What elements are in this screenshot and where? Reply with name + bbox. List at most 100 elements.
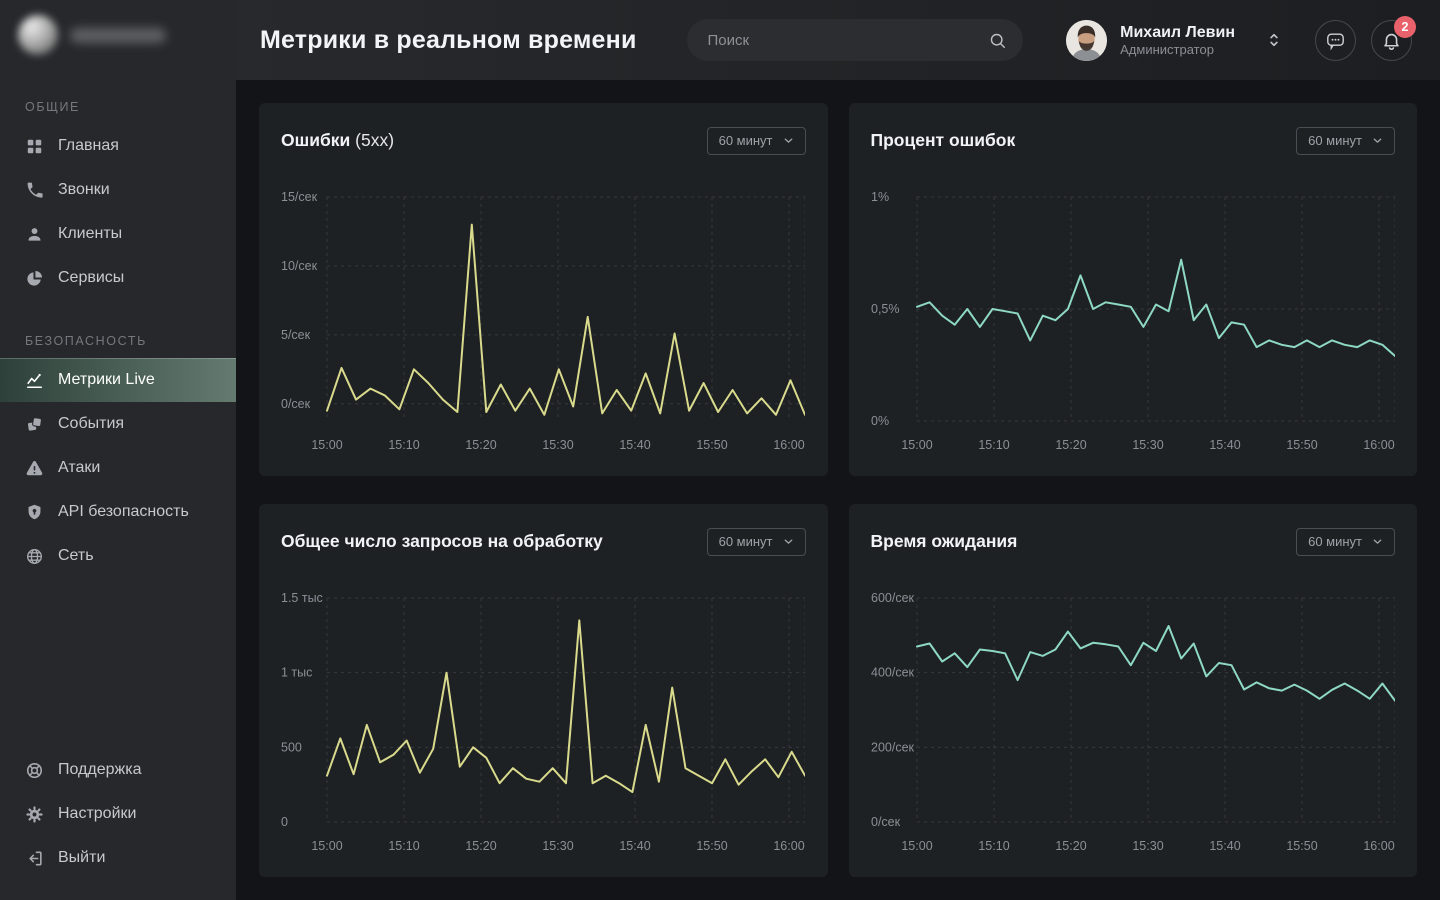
svg-text:15:20: 15:20 — [1055, 438, 1086, 452]
chart-panel-error-rate: Процент ошибок 60 минут 1%0,5%0%15:0015:… — [849, 103, 1418, 476]
svg-text:15:30: 15:30 — [1132, 839, 1163, 853]
chevron-down-icon — [1371, 134, 1384, 147]
svg-text:15:10: 15:10 — [388, 839, 419, 853]
sidebar-item-metrics-live[interactable]: Метрики Live — [0, 358, 236, 402]
avatar[interactable] — [1066, 20, 1107, 61]
svg-text:15:20: 15:20 — [465, 438, 496, 452]
line-chart-errors-5xx: 15/сек10/сек5/сек0/сек15:0015:1015:2015:… — [281, 177, 805, 459]
sidebar-item-services[interactable]: Сервисы — [0, 256, 236, 300]
sidebar-item-support[interactable]: Поддержка — [0, 748, 236, 792]
chevrons-up-down-icon[interactable] — [1265, 27, 1283, 53]
svg-text:1 тыс: 1 тыс — [281, 666, 312, 680]
sidebar-item-label: Атаки — [58, 459, 100, 477]
grid-icon — [25, 137, 44, 156]
chart-panel-total-requests: Общее число запросов на обработку 60 мин… — [259, 504, 828, 877]
line-chart-total-requests: 1.5 тыс1 тыс500015:0015:1015:2015:3015:4… — [281, 578, 805, 860]
app-window: ОБЩИЕ Главная Звонки Клиенты Сервисы БЕЗ… — [0, 0, 1440, 900]
page-title: Метрики в реальном времени — [260, 26, 637, 55]
time-range-select[interactable]: 60 минут — [707, 528, 806, 556]
sidebar-item-label: Выйти — [58, 849, 105, 867]
chat-bubble-icon — [1325, 30, 1346, 51]
svg-text:15:00: 15:00 — [311, 839, 342, 853]
logout-icon — [25, 849, 44, 868]
messages-button[interactable] — [1315, 20, 1356, 61]
svg-text:15:00: 15:00 — [311, 438, 342, 452]
search-box[interactable] — [687, 19, 1023, 61]
line-chart-wait-time: 600/сек400/сек200/сек0/сек15:0015:1015:2… — [871, 578, 1395, 860]
sidebar-item-label: Звонки — [58, 181, 110, 199]
main-area: Метрики в реальном времени Михаил Л — [236, 0, 1440, 900]
sidebar-item-label: Метрики Live — [58, 371, 155, 389]
sidebar-section-general: ОБЩИЕ — [0, 66, 236, 124]
sidebar-item-attacks[interactable]: Атаки — [0, 446, 236, 490]
sidebar-item-network[interactable]: Сеть — [0, 534, 236, 578]
panel-title: Время ожидания — [871, 528, 1018, 552]
search-input[interactable] — [706, 31, 988, 50]
svg-text:15:30: 15:30 — [1132, 438, 1163, 452]
sidebar-item-logout[interactable]: Выйти — [0, 836, 236, 880]
svg-text:1%: 1% — [871, 190, 889, 204]
sidebar-item-label: Сервисы — [58, 269, 124, 287]
sidebar-item-label: Клиенты — [58, 225, 122, 243]
svg-text:16:00: 16:00 — [1363, 839, 1394, 853]
sidebar-item-calls[interactable]: Звонки — [0, 168, 236, 212]
logo-wordmark-blurred — [70, 28, 166, 43]
chart-panel-wait-time: Время ожидания 60 минут 600/сек400/сек20… — [849, 504, 1418, 877]
globe-icon — [25, 547, 44, 566]
logo-mark-blurred — [18, 15, 58, 55]
svg-text:1.5 тыс: 1.5 тыс — [281, 591, 323, 605]
sidebar-nav-general: Главная Звонки Клиенты Сервисы — [0, 124, 236, 300]
sidebar-item-settings[interactable]: Настройки — [0, 792, 236, 836]
gear-icon — [25, 805, 44, 824]
line-chart-icon — [25, 371, 44, 390]
sidebar-item-api-security[interactable]: API безопасность — [0, 490, 236, 534]
sidebar-item-label: Главная — [58, 137, 119, 155]
pie-chart-icon — [25, 269, 44, 288]
phone-icon — [25, 181, 44, 200]
user-block[interactable]: Михаил Левин Администратор — [1066, 20, 1235, 61]
notifications-badge: 2 — [1394, 16, 1416, 38]
sidebar-item-label: События — [58, 415, 124, 433]
svg-text:0/сек: 0/сек — [871, 815, 901, 829]
sidebar-nav-security: Метрики Live События Атаки API безопасно… — [0, 358, 236, 578]
sidebar-item-events[interactable]: События — [0, 402, 236, 446]
sidebar-section-security: БЕЗОПАСНОСТЬ — [0, 300, 236, 358]
notifications-button[interactable]: 2 — [1371, 20, 1412, 61]
search-icon — [988, 31, 1007, 50]
svg-text:15:50: 15:50 — [696, 839, 727, 853]
svg-text:15:50: 15:50 — [696, 438, 727, 452]
sidebar-item-label: Настройки — [58, 805, 136, 823]
lifebuoy-icon — [25, 761, 44, 780]
user-icon — [25, 225, 44, 244]
chevron-down-icon — [782, 134, 795, 147]
svg-text:15:40: 15:40 — [619, 438, 650, 452]
sidebar-item-home[interactable]: Главная — [0, 124, 236, 168]
svg-text:15:40: 15:40 — [1209, 839, 1240, 853]
svg-text:15:10: 15:10 — [978, 438, 1009, 452]
dashboard-grid: Ошибки (5xx) 60 минут 15/сек10/сек5/сек0… — [236, 80, 1440, 900]
sidebar-item-label: API безопасность — [58, 503, 189, 521]
svg-text:15:50: 15:50 — [1286, 438, 1317, 452]
svg-text:600/сек: 600/сек — [871, 591, 915, 605]
svg-text:15:10: 15:10 — [978, 839, 1009, 853]
svg-text:15:30: 15:30 — [542, 438, 573, 452]
svg-text:500: 500 — [281, 740, 302, 754]
svg-text:15:50: 15:50 — [1286, 839, 1317, 853]
sidebar: ОБЩИЕ Главная Звонки Клиенты Сервисы БЕЗ… — [0, 0, 236, 900]
time-range-select[interactable]: 60 минут — [707, 127, 806, 155]
chevron-down-icon — [1371, 535, 1384, 548]
svg-text:15:20: 15:20 — [1055, 839, 1086, 853]
chart-panel-errors-5xx: Ошибки (5xx) 60 минут 15/сек10/сек5/сек0… — [259, 103, 828, 476]
svg-text:16:00: 16:00 — [1363, 438, 1394, 452]
svg-text:200/сек: 200/сек — [871, 740, 915, 754]
svg-text:15:30: 15:30 — [542, 839, 573, 853]
svg-text:16:00: 16:00 — [773, 839, 804, 853]
logo — [0, 0, 236, 66]
svg-text:0: 0 — [281, 815, 288, 829]
sidebar-item-clients[interactable]: Клиенты — [0, 212, 236, 256]
time-range-select[interactable]: 60 минут — [1296, 127, 1395, 155]
time-range-select[interactable]: 60 минут — [1296, 528, 1395, 556]
svg-text:15:00: 15:00 — [901, 839, 932, 853]
svg-text:15:20: 15:20 — [465, 839, 496, 853]
svg-text:0,5%: 0,5% — [871, 302, 900, 316]
